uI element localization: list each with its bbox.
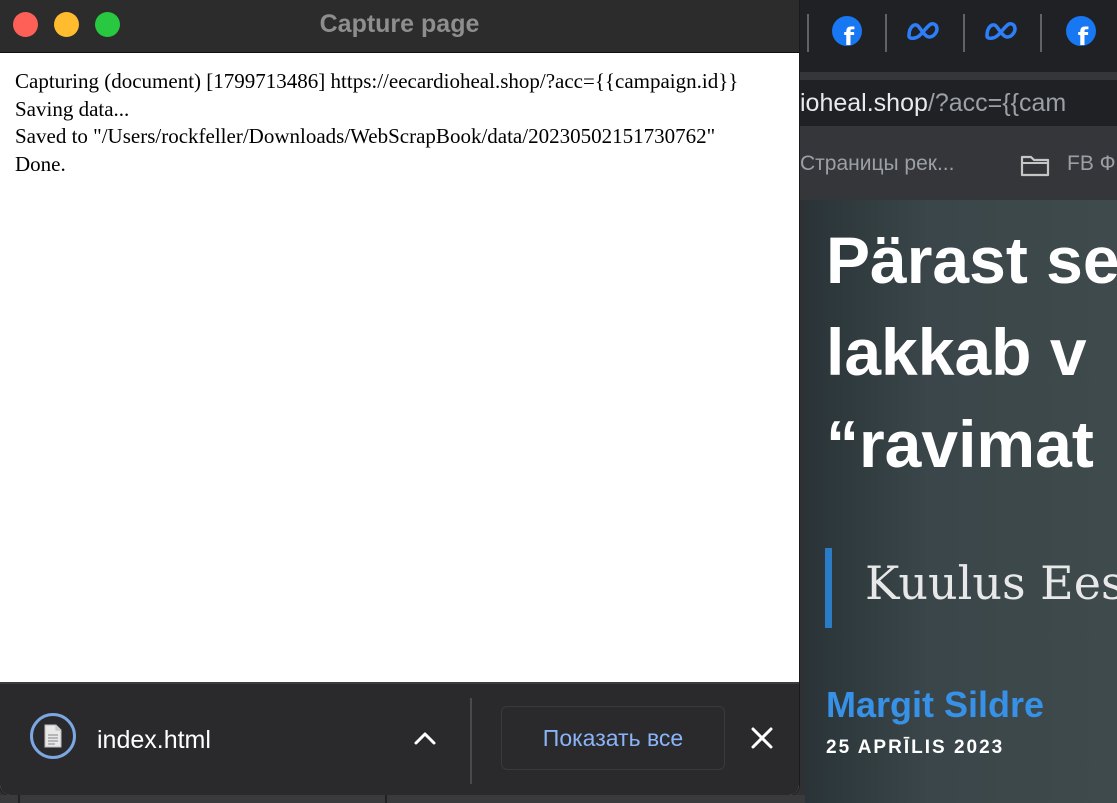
chevron-up-icon[interactable] (411, 728, 439, 748)
tab-divider (1040, 14, 1042, 52)
title-bar[interactable]: Capture page (0, 0, 799, 53)
title-line: “ravimat (826, 407, 1094, 481)
bookmark-item[interactable]: Страницы рек... (800, 152, 954, 176)
tab-strip: f f (800, 0, 1117, 72)
log-line: Saved to "/Users/rockfeller/Downloads/We… (15, 124, 716, 148)
facebook-icon: f (1066, 16, 1096, 46)
window-title: Capture page (319, 10, 480, 38)
meta-icon (985, 22, 1017, 40)
dock-strip (0, 795, 805, 803)
download-shelf: index.html Показать все (0, 682, 799, 795)
article-page: Pärast se lakkab v “ravimat Kuulus Ees M… (805, 200, 1117, 803)
tab-divider (885, 14, 887, 52)
tab-meta[interactable] (906, 14, 940, 48)
show-all-downloads-button[interactable]: Показать все (501, 706, 725, 770)
capture-log: Capturing (document) [1799713486] https:… (15, 68, 799, 178)
address-path: /?acc={{cam (927, 89, 1067, 117)
title-line: lakkab v (826, 315, 1087, 389)
tab-facebook[interactable]: f (830, 14, 864, 48)
facebook-icon: f (832, 16, 862, 46)
tab-meta[interactable] (984, 14, 1018, 48)
article-date: 25 APRĪLIS 2023 (826, 737, 1005, 758)
bookmarks-bar: Страницы рек... FB Ф (800, 134, 1117, 200)
article-lead: Kuulus Ees (865, 556, 1117, 610)
quote-bar (825, 548, 832, 628)
author-link[interactable]: Margit Sildre (826, 684, 1044, 726)
bookmark-folder[interactable]: FB Ф (1067, 152, 1116, 176)
address-host: ioheal.shop (800, 89, 928, 117)
article-title: Pärast se lakkab v “ravimat (826, 214, 1117, 490)
tab-divider (807, 14, 809, 52)
close-icon[interactable] (748, 724, 776, 752)
log-line: Done. (15, 151, 66, 176)
address-bar-container: ioheal.shop/?acc={{cam (800, 72, 1117, 134)
folder-icon (1020, 155, 1050, 177)
log-line: Saving data... (15, 96, 130, 121)
address-bar[interactable]: ioheal.shop/?acc={{cam (800, 80, 1117, 126)
document-icon (44, 724, 62, 748)
meta-icon (907, 22, 939, 40)
download-file-name[interactable]: index.html (97, 726, 211, 755)
capture-page-window: Capture page Capturing (document) [17997… (0, 0, 799, 795)
tab-facebook[interactable]: f (1064, 14, 1098, 48)
log-line: Capturing (document) [1799713486] https:… (15, 69, 739, 93)
download-item-icon[interactable] (30, 713, 76, 759)
shelf-divider (470, 698, 472, 784)
tab-divider (963, 14, 965, 52)
title-line: Pärast se (826, 223, 1117, 297)
strip-divider (18, 795, 20, 803)
strip-divider (385, 795, 387, 803)
